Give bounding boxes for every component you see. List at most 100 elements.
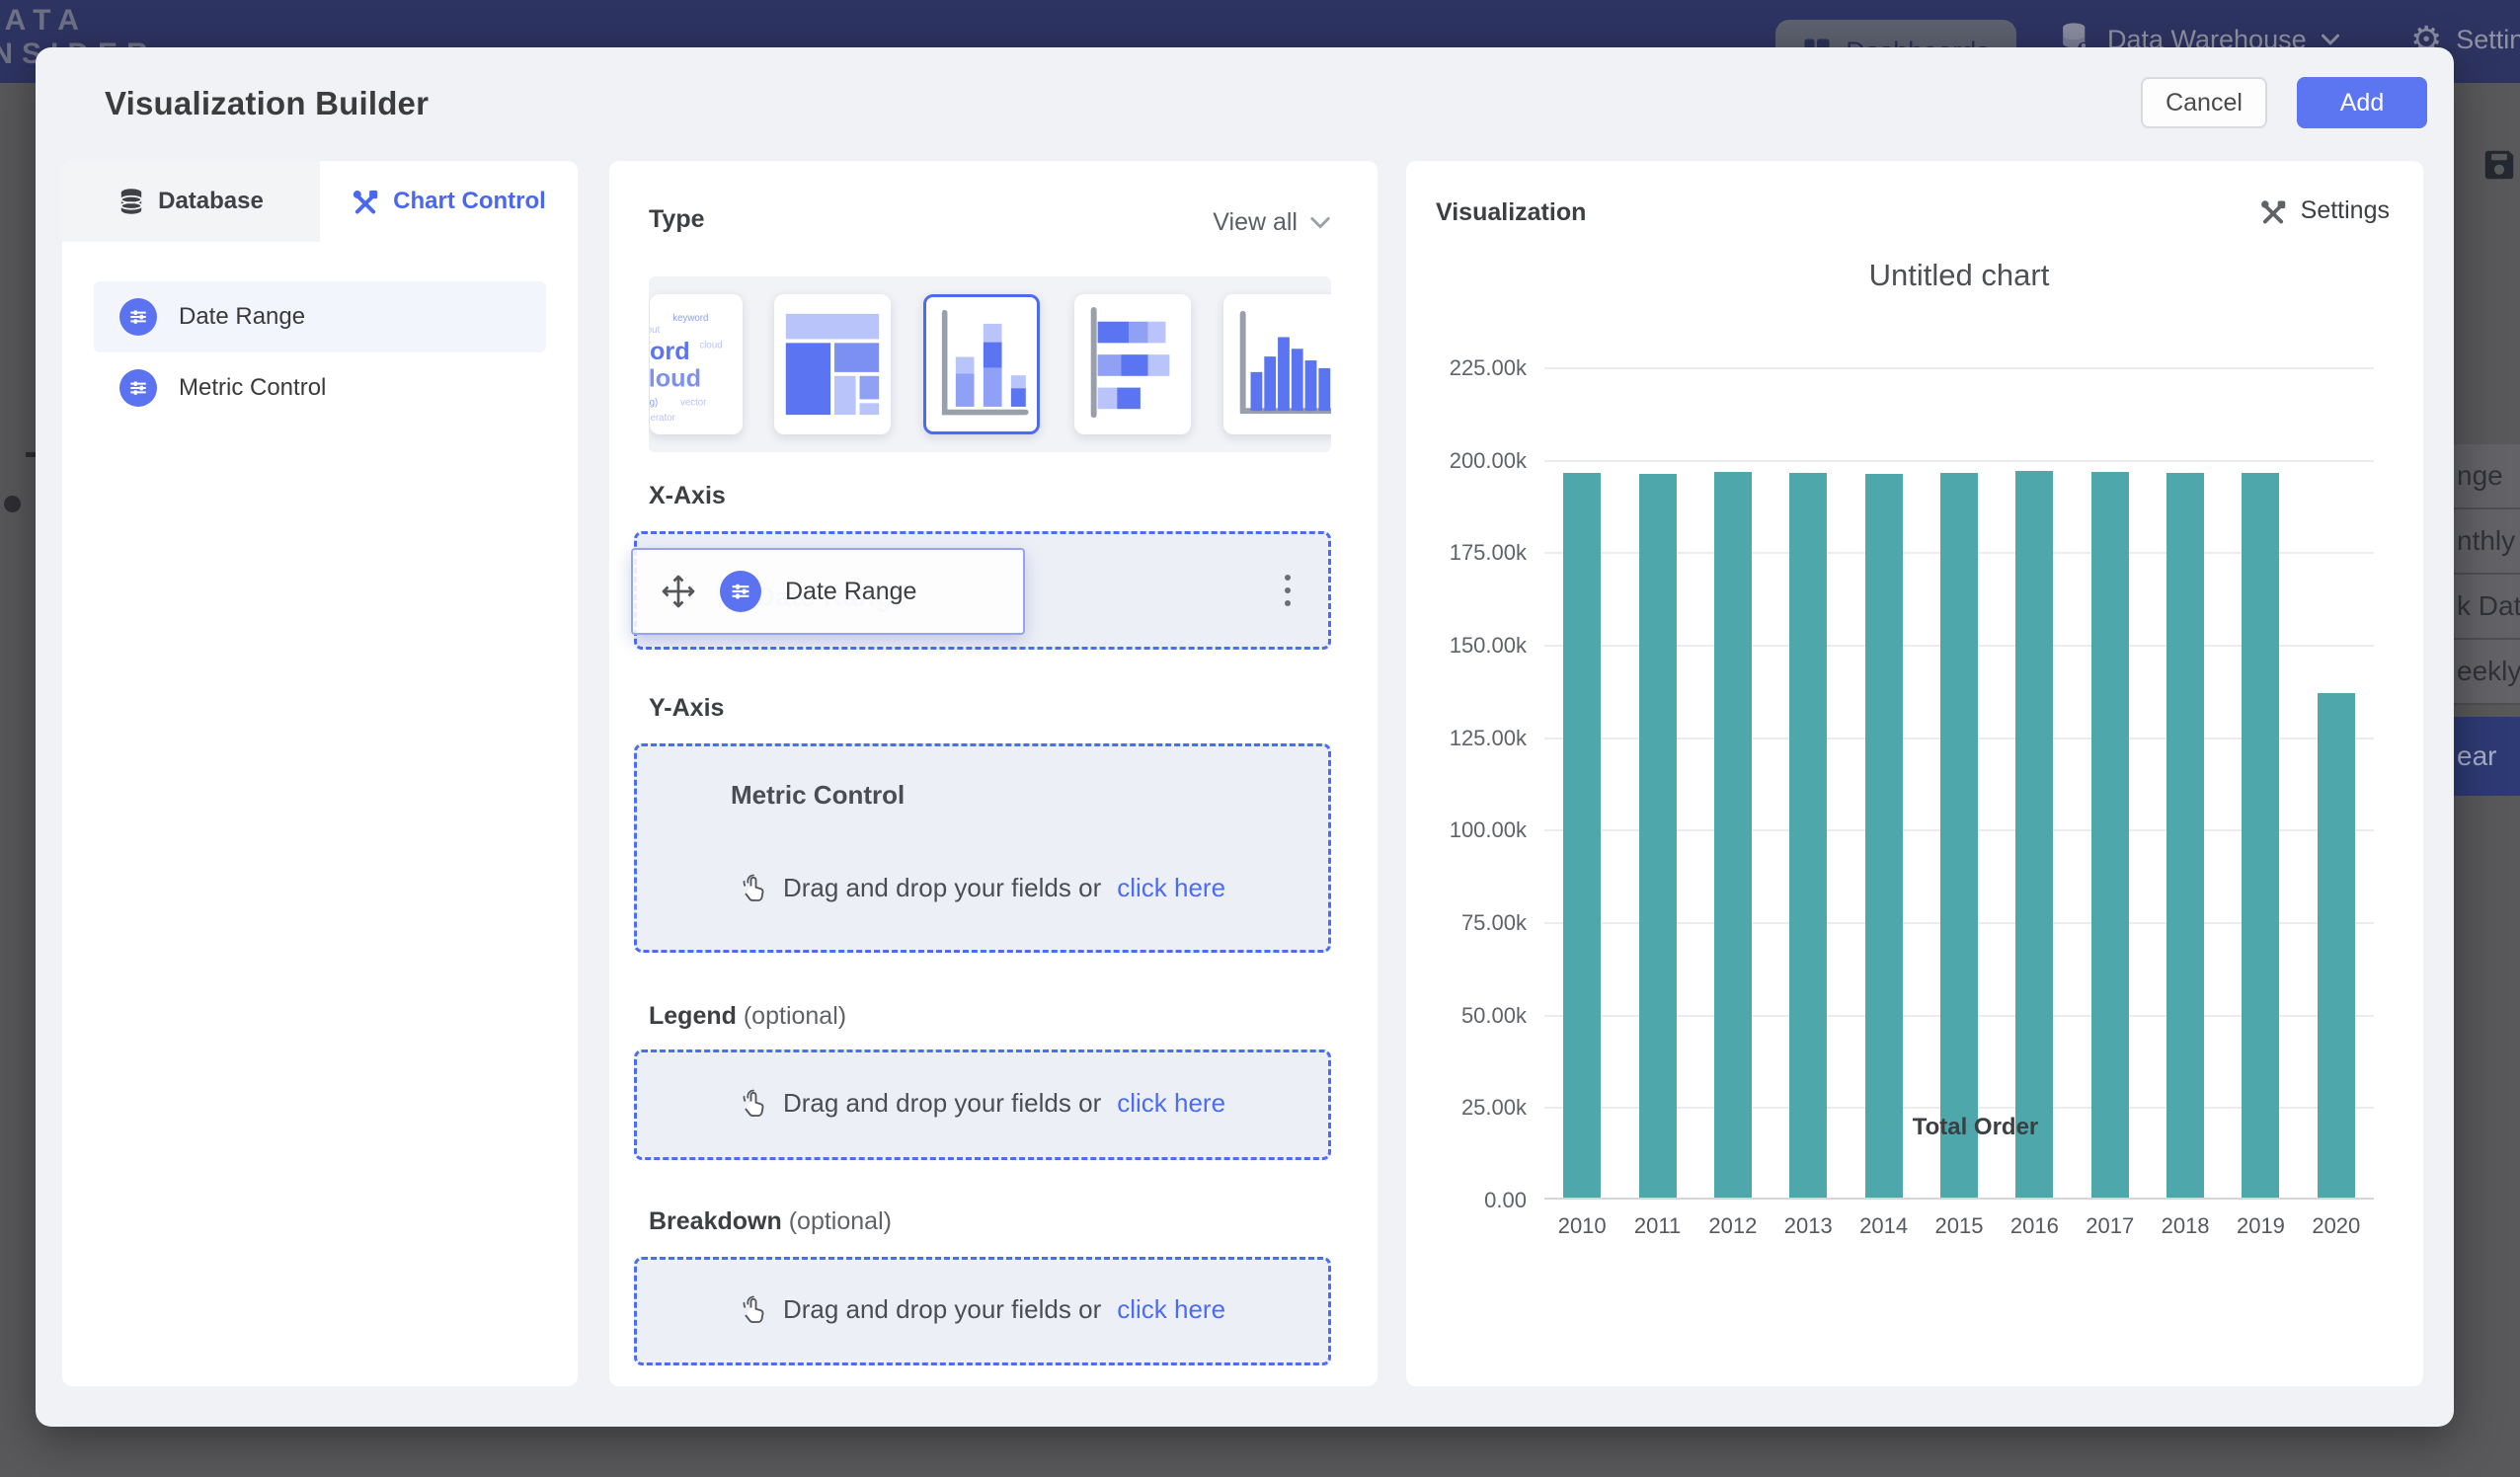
- field-item-label: Metric Control: [179, 374, 326, 402]
- visualization-heading: Visualization: [1436, 198, 1586, 227]
- nav-settings-label: Settings: [2456, 25, 2520, 55]
- legend-dropzone[interactable]: Drag and drop your fields or click here: [634, 1049, 1331, 1160]
- gridline: [1544, 367, 2374, 369]
- x-tick-label: 2020: [2298, 1213, 2375, 1239]
- field-item-date-range[interactable]: Date Range: [94, 281, 546, 352]
- sliders-icon: [119, 369, 157, 407]
- dragged-field-date-range[interactable]: Date Range: [631, 548, 1025, 635]
- bar-2019: [2242, 473, 2279, 1198]
- chevron-down-icon: [1309, 215, 1331, 230]
- x-tick-label: 2019: [2222, 1213, 2299, 1239]
- legend-series-label: Total Order: [1913, 1114, 2039, 1141]
- tab-chart-control[interactable]: Chart Control: [320, 161, 578, 242]
- tab-database[interactable]: Database: [62, 161, 320, 242]
- gridline: [1544, 460, 2374, 462]
- chart-type-word-cloud[interactable]: keyword layout Word cloud Cloud (tag) ve…: [650, 294, 743, 434]
- more-options-icon[interactable]: [1279, 569, 1297, 612]
- y-tick-label: 225.00k: [1378, 355, 1527, 381]
- tap-icon: [740, 1295, 767, 1325]
- dragged-field-label: Date Range: [785, 578, 916, 606]
- chart-type-stacked-column[interactable]: [923, 294, 1040, 434]
- bar-2014: [1865, 474, 1903, 1198]
- legend-optional-label: (optional): [744, 1002, 846, 1030]
- fields-panel-tabs: Database Chart Control: [62, 161, 578, 242]
- chart-type-column[interactable]: [1223, 294, 1331, 434]
- y-tick-label: 200.00k: [1378, 448, 1527, 474]
- x-tick-label: 2017: [2072, 1213, 2149, 1239]
- fields-panel: Database Chart Control: [62, 161, 578, 1386]
- x-tick-label: 2015: [1921, 1213, 1998, 1239]
- legend-marker: [1880, 1117, 1897, 1138]
- chart-type-strip: keyword layout Word cloud Cloud (tag) ve…: [649, 276, 1331, 452]
- x-tick-label: 2013: [1770, 1213, 1847, 1239]
- svg-text:(tag): (tag): [650, 398, 658, 409]
- field-item-metric-control[interactable]: Metric Control: [94, 352, 546, 424]
- database-icon: [118, 188, 144, 215]
- view-all-label: View all: [1213, 208, 1298, 237]
- click-here-link[interactable]: click here: [1117, 873, 1225, 903]
- svg-text:Word: Word: [650, 338, 690, 365]
- background-bullet-fragment: [4, 496, 21, 512]
- move-icon: [661, 574, 696, 609]
- bar-2015: [1940, 473, 1978, 1198]
- settings-label: Settings: [2301, 196, 2390, 225]
- bar-2017: [2091, 472, 2129, 1198]
- y-tick-label: 50.00k: [1378, 1003, 1527, 1029]
- chart-title: Untitled chart: [1544, 258, 2374, 293]
- y-axis-heading: Y-Axis: [649, 694, 724, 723]
- type-heading: Type: [649, 205, 705, 234]
- tab-database-label: Database: [158, 188, 264, 215]
- modal-title: Visualization Builder: [105, 85, 429, 122]
- bar-2016: [2015, 471, 2053, 1198]
- view-all-dropdown[interactable]: View all: [1213, 208, 1331, 237]
- y-tick-label: 150.00k: [1378, 633, 1527, 659]
- tools-icon: [2259, 197, 2287, 225]
- chart-type-stacked-bar[interactable]: [1074, 294, 1191, 434]
- sliders-icon: [119, 298, 157, 336]
- visualization-builder-modal: Visualization Builder Cancel Add Databas…: [36, 47, 2454, 1427]
- settings-button[interactable]: Settings: [2259, 196, 2390, 225]
- drag-drop-text: Drag and drop your fields or: [783, 1294, 1101, 1325]
- bar-2013: [1789, 473, 1827, 1198]
- svg-text:Cloud: Cloud: [650, 364, 701, 392]
- click-here-link[interactable]: click here: [1117, 1088, 1225, 1119]
- y-tick-label: 175.00k: [1378, 540, 1527, 566]
- bar-2012: [1714, 472, 1752, 1198]
- legend-heading: Legend (optional): [649, 1002, 846, 1031]
- save-icon[interactable]: [2481, 146, 2518, 184]
- drag-drop-text: Drag and drop your fields or: [783, 1088, 1101, 1119]
- y-tick-label: 25.00k: [1378, 1095, 1527, 1121]
- breakdown-optional-label: (optional): [789, 1207, 892, 1235]
- bar-2011: [1639, 474, 1677, 1198]
- svg-text:layout: layout: [650, 325, 661, 336]
- y-tick-label: 100.00k: [1378, 817, 1527, 843]
- chart-legend: Total Order: [1544, 1114, 2374, 1141]
- y-axis-dropzone[interactable]: Metric Control Drag and drop your fields…: [634, 743, 1331, 953]
- logo-line-1: DATA: [0, 4, 157, 38]
- x-tick-label: 2014: [1846, 1213, 1923, 1239]
- x-tick-label: 2018: [2147, 1213, 2224, 1239]
- y-tick-label: 125.00k: [1378, 726, 1527, 751]
- chart-type-treemap[interactable]: [774, 294, 891, 434]
- tap-icon: [740, 1089, 767, 1119]
- cancel-button[interactable]: Cancel: [2141, 77, 2267, 128]
- breakdown-dropzone[interactable]: Drag and drop your fields or click here: [634, 1257, 1331, 1365]
- x-axis-heading: X-Axis: [649, 482, 726, 510]
- screen: DATA INSIDER Dashboards: [0, 0, 2520, 1477]
- builder-panel: Type View all keyword layout Word cloud …: [609, 161, 1378, 1386]
- x-axis-dropzone[interactable]: Date Range Date: [634, 531, 1331, 650]
- sliders-icon: [720, 571, 761, 612]
- svg-text:cloud: cloud: [699, 340, 722, 350]
- x-tick-label: 2010: [1543, 1213, 1620, 1239]
- field-item-label: Date Range: [179, 303, 305, 331]
- svg-text:keyword: keyword: [672, 313, 708, 324]
- breakdown-heading: Breakdown (optional): [649, 1207, 892, 1236]
- svg-text:generator: generator: [650, 413, 676, 424]
- visualization-panel: Visualization Settings Untitled chart 0.…: [1406, 161, 2423, 1386]
- svg-text:vector: vector: [680, 398, 707, 409]
- add-button[interactable]: Add: [2297, 77, 2427, 128]
- tap-icon: [740, 874, 767, 903]
- legend-heading-label: Legend: [649, 1002, 737, 1030]
- click-here-link[interactable]: click here: [1117, 1294, 1225, 1325]
- breakdown-heading-label: Breakdown: [649, 1207, 782, 1235]
